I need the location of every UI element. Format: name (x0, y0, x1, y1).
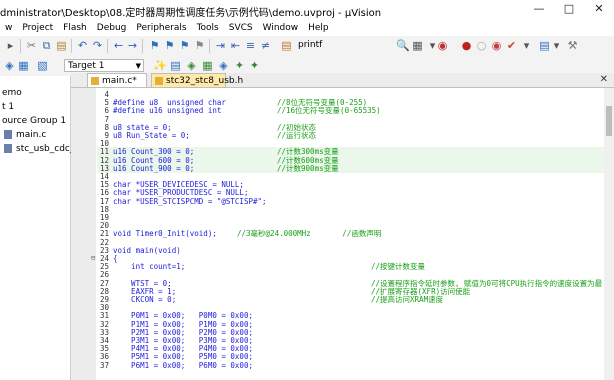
cut-icon[interactable]: ✂ (25, 39, 38, 52)
tree-item-target[interactable]: t 1 (2, 102, 14, 112)
breakpoint-disable-icon[interactable]: ○ (475, 39, 488, 52)
fold-toggle-icon[interactable]: ⊟ (91, 254, 95, 263)
run-time-environment-icon[interactable]: ✦ (248, 59, 261, 72)
target-select-label: Target 1 (68, 61, 105, 71)
target-options-icon[interactable]: ✨ (153, 59, 167, 72)
manage-project-icon[interactable]: ◈ (185, 59, 198, 72)
editor-gutter[interactable] (71, 88, 96, 380)
breakpoint-icon[interactable]: ● (460, 39, 473, 52)
chevron-down-icon: ▼ (135, 62, 141, 70)
target-select[interactable]: Target 1 ▼ (64, 59, 144, 72)
pointer-icon[interactable]: ▸ (4, 39, 17, 52)
find-icon[interactable]: 🔍 (396, 39, 410, 52)
bookmark-icon[interactable]: ⚑ (148, 39, 161, 52)
next-bookmark-icon[interactable]: ⚑ (178, 39, 191, 52)
uncomment-icon[interactable]: ≠ (259, 39, 272, 52)
file-icon (91, 77, 99, 85)
pack-installer-icon[interactable]: ▦ (201, 59, 214, 72)
close-tab-icon[interactable]: ✕ (600, 74, 608, 85)
menu-project[interactable]: Project (17, 20, 58, 36)
config-icon[interactable]: ✔ (505, 39, 518, 52)
tree-item-group[interactable]: ource Group 1 (2, 116, 66, 126)
window-controls: — □ ✕ (524, 0, 614, 20)
dropdown-icon-3[interactable]: ▾ (550, 39, 563, 52)
menu-window[interactable]: Window (258, 20, 304, 36)
tree-item-stc-usb[interactable]: stc_usb_cdc_3 (4, 144, 80, 154)
tab-stc32-stc8-usb-h[interactable]: stc32_stc8_usb.h (151, 73, 243, 87)
menu-peripherals[interactable]: Peripherals (131, 20, 191, 36)
title-bar: dministrator\Desktop\08.定时器周期性调度任务\示例代码\… (0, 0, 614, 20)
tree-item-label: main.c (16, 130, 47, 140)
incremental-find-icon[interactable]: ▦ (411, 39, 424, 52)
file-toolbar: ▸ ✂ ⧉ ▤ ↶ ↷ ← → ⚑ ⚑ ⚑ ⚑ ⇥ ⇤ ≡ ≠ ▤ printf… (0, 36, 614, 57)
nav-forward-icon[interactable]: → (126, 39, 139, 52)
nav-back-icon[interactable]: ← (112, 39, 125, 52)
editor-scrollbar[interactable] (604, 88, 614, 380)
menu-debug[interactable]: Debug (92, 20, 132, 36)
scrollbar-thumb[interactable] (606, 106, 612, 136)
translate-icon[interactable]: ◈ (3, 59, 16, 72)
maximize-button[interactable]: □ (554, 0, 584, 20)
tab-label: main.c* (102, 76, 137, 86)
menu-flash[interactable]: Flash (58, 20, 92, 36)
project-panel: emo t 1 ource Group 1 main.c stc_usb_cdc… (0, 76, 80, 380)
menu-view[interactable]: w (0, 20, 17, 36)
comment-icon[interactable]: ≡ (244, 39, 257, 52)
file-icon (4, 130, 12, 139)
debug-session-icon[interactable]: ◉ (436, 39, 449, 52)
tree-item-label: ource Group 1 (2, 116, 67, 126)
manage-rte-icon[interactable]: ✦ (233, 59, 246, 72)
window-title: dministrator\Desktop\08.定时器周期性调度任务\示例代码\… (0, 8, 382, 19)
select-packs-icon[interactable]: ◈ (217, 59, 230, 72)
paste-icon[interactable]: ▤ (55, 39, 68, 52)
copy-icon[interactable]: ⧉ (40, 39, 53, 52)
tree-item-label: t 1 (2, 102, 15, 112)
file-icon (155, 77, 163, 85)
find-combo[interactable]: printf (298, 40, 322, 50)
dropdown-icon-2[interactable]: ▾ (520, 39, 533, 52)
code-text: P6M1 = 0x00; P6M0 = 0x00; (113, 360, 253, 370)
load-icon[interactable]: ▧ (36, 59, 49, 72)
menu-svcs[interactable]: SVCS (224, 20, 258, 36)
tab-main-c[interactable]: main.c* (87, 73, 147, 87)
file-extensions-icon[interactable]: ▤ (169, 59, 182, 72)
indent-icon[interactable]: ⇥ (214, 39, 227, 52)
find-in-files-icon[interactable]: ▤ (280, 39, 293, 52)
tab-label: stc32_stc8_usb.h (166, 76, 244, 86)
clear-bookmarks-icon[interactable]: ⚑ (193, 39, 206, 52)
tree-item-label: emo (2, 88, 22, 98)
menu-tools[interactable]: Tools (192, 20, 224, 36)
settings-wrench-icon[interactable]: ⚒ (566, 39, 579, 52)
code-line[interactable]: 37 P6M1 = 0x00; P6M0 = 0x00; (97, 361, 604, 370)
code-editor[interactable]: 4 5 #define u8 unsigned char//8位无符号变量(0-25… (71, 88, 604, 380)
kill-breakpoints-icon[interactable]: ◉ (490, 39, 503, 52)
prev-bookmark-icon[interactable]: ⚑ (163, 39, 176, 52)
menu-help[interactable]: Help (303, 20, 334, 36)
undo-icon[interactable]: ↶ (76, 39, 89, 52)
build-icon[interactable]: ▦ (17, 59, 30, 72)
redo-icon[interactable]: ↷ (91, 39, 104, 52)
tree-item-project[interactable]: emo (2, 88, 22, 98)
editor-tab-bar: main.c* stc32_stc8_usb.h ✕ (71, 73, 614, 88)
menu-bar: w Project Flash Debug Peripherals Tools … (0, 20, 614, 36)
tree-item-main-c[interactable]: main.c (4, 130, 46, 140)
minimize-button[interactable]: — (524, 0, 554, 20)
close-button[interactable]: ✕ (584, 0, 614, 20)
line-number: 37 (99, 360, 109, 370)
file-icon (4, 144, 12, 153)
unindent-icon[interactable]: ⇤ (229, 39, 242, 52)
